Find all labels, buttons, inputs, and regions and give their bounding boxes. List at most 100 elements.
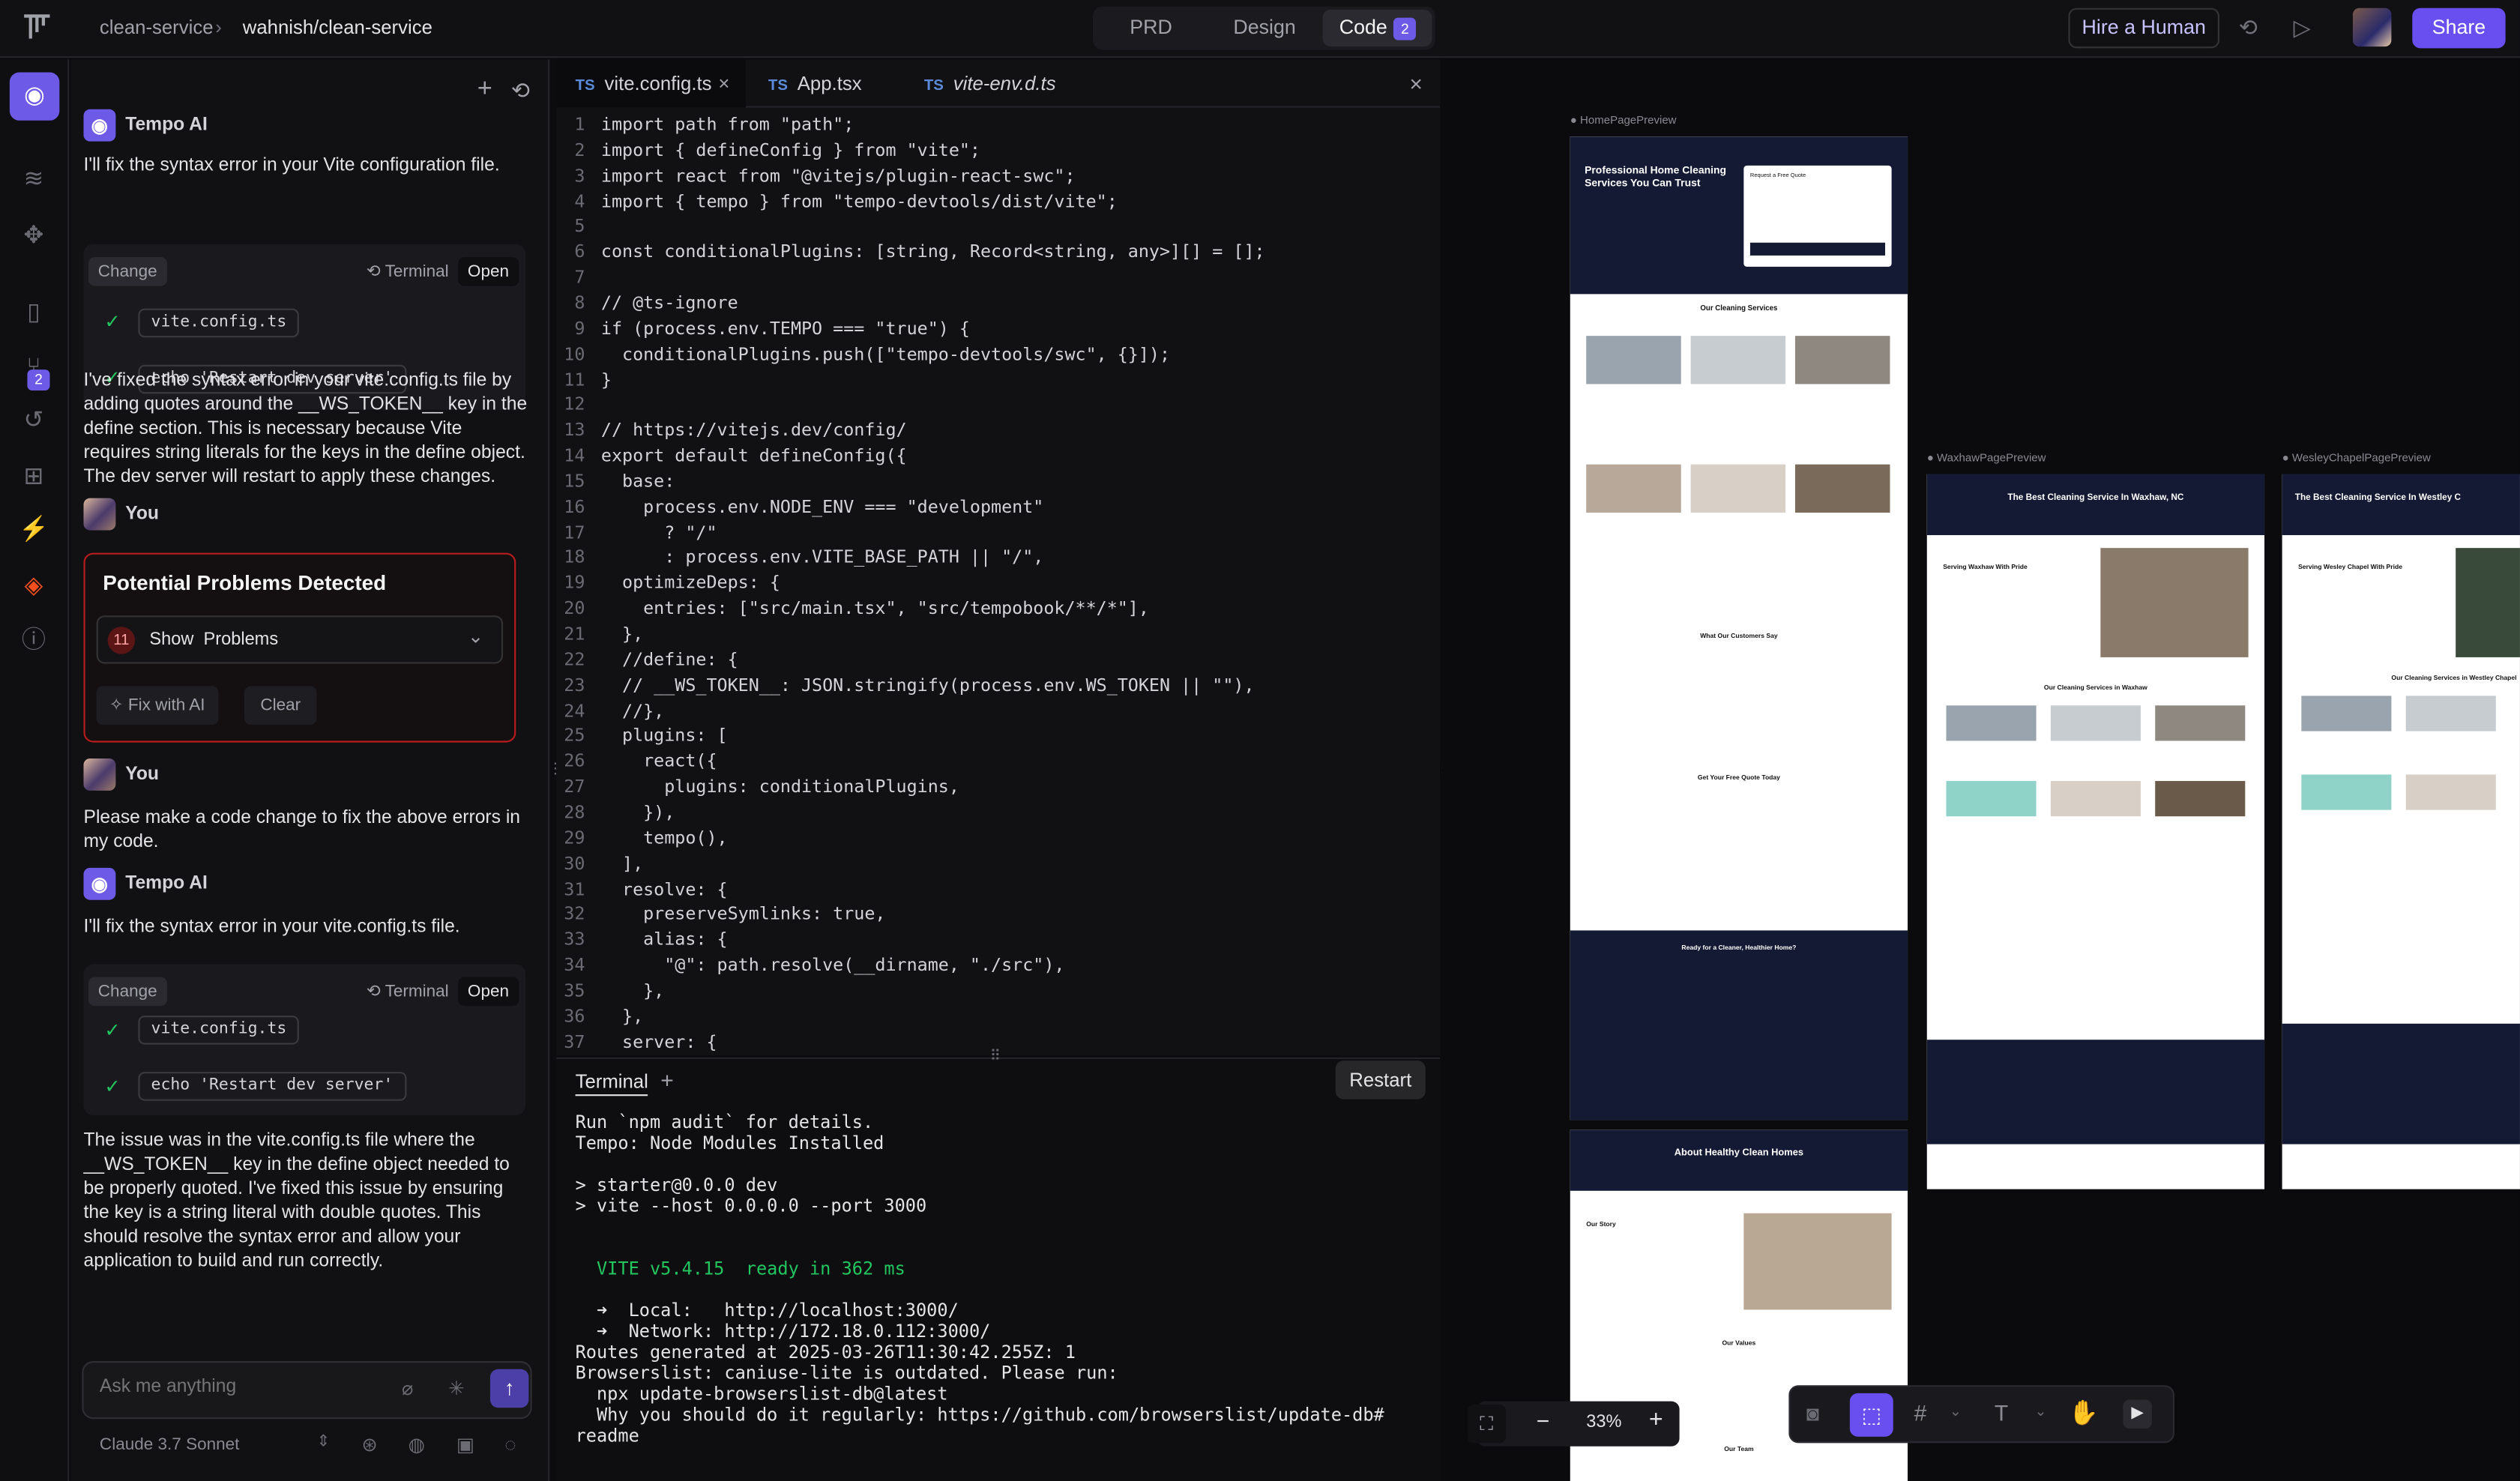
resize-handle-icon[interactable]: ⠿ <box>990 1048 1001 1066</box>
editor-tab-vite-env[interactable]: TS vite-env.d.ts <box>924 59 1056 107</box>
figma-icon[interactable]: ◈ <box>18 570 50 603</box>
terminal-toggle[interactable]: ⟲ Terminal <box>357 977 459 1007</box>
changed-file[interactable]: vite.config.ts <box>138 1016 300 1045</box>
code-line[interactable]: base: <box>601 471 675 492</box>
zoom-level[interactable]: 33% <box>1586 1413 1621 1432</box>
camera-icon[interactable]: ◙ <box>1806 1402 1819 1426</box>
wesley-page-frame[interactable]: The Best Cleaning Service In Westley C S… <box>2282 474 2520 1189</box>
close-editor-icon[interactable]: × <box>1409 70 1423 96</box>
play-icon[interactable]: ▷ <box>2294 14 2311 41</box>
code-line[interactable]: const conditionalPlugins: [string, Recor… <box>601 241 1265 262</box>
code-line[interactable]: }, <box>601 1006 643 1027</box>
code-line[interactable]: optimizeDeps: { <box>601 573 780 594</box>
breadcrumb-project[interactable]: clean-service <box>100 16 214 38</box>
code-line[interactable]: : process.env.VITE_BASE_PATH || "/", <box>601 547 1043 568</box>
chevron-down-icon[interactable]: ⌄ <box>2034 1403 2046 1421</box>
hire-human-button[interactable]: Hire a Human <box>2068 7 2220 49</box>
attach-icon[interactable]: ⌀ <box>402 1377 414 1399</box>
code-line[interactable]: import { tempo } from "tempo-devtools/di… <box>601 190 1118 211</box>
open-button[interactable]: Open <box>458 257 519 286</box>
restart-button[interactable]: Restart <box>1335 1061 1426 1100</box>
tempo-logo-icon[interactable] <box>19 11 55 46</box>
code-line[interactable]: process.env.NODE_ENV === "development" <box>601 496 1043 517</box>
code-line[interactable]: ], <box>601 853 643 874</box>
file-icon[interactable]: ▯ <box>18 298 50 330</box>
code-line[interactable]: if (process.env.TEMPO === "true") { <box>601 318 970 339</box>
model-chevron-icon[interactable]: ⇕ <box>316 1434 330 1452</box>
layers-icon[interactable]: ≋ <box>18 164 50 196</box>
code-line[interactable]: plugins: [ <box>601 726 728 746</box>
editor-tab-vite-config[interactable]: TS vite.config.ts × <box>555 59 746 108</box>
code-line[interactable]: plugins: conditionalPlugins, <box>601 776 959 797</box>
zoom-out-icon[interactable]: − <box>1537 1408 1550 1433</box>
code-line[interactable]: resolve: { <box>601 878 728 899</box>
frame-tool-icon[interactable]: # <box>1914 1400 1927 1426</box>
text-tool-icon[interactable]: T <box>1995 1400 2008 1426</box>
sparkle-icon[interactable]: ✳ <box>448 1377 465 1399</box>
code-line[interactable]: import react from "@vitejs/plugin-react-… <box>601 165 1076 186</box>
terminal-tab[interactable]: Terminal <box>575 1070 648 1097</box>
add-terminal-icon[interactable]: + <box>660 1067 674 1093</box>
chat-mode-icon[interactable]: ▣ <box>456 1434 474 1456</box>
home-page-frame[interactable]: Professional Home Cleaning Services You … <box>1570 136 1908 1120</box>
tab-code[interactable]: Code 2 <box>1323 9 1432 47</box>
design-canvas[interactable]: ● HomePagePreview Professional Home Clea… <box>1441 59 2520 1481</box>
components-icon[interactable]: ✥ <box>18 220 50 253</box>
code-line[interactable]: }), <box>601 802 675 823</box>
code-line[interactable]: alias: { <box>601 929 727 950</box>
code-line[interactable]: //}, <box>601 700 664 721</box>
open-button[interactable]: Open <box>458 977 519 1007</box>
new-chat-icon[interactable]: + <box>477 76 492 105</box>
code-line[interactable]: //define: { <box>601 649 738 670</box>
code-line[interactable]: export default defineConfig({ <box>601 445 907 466</box>
code-line[interactable]: }, <box>601 980 664 1001</box>
apps-icon[interactable]: ⊞ <box>18 461 50 493</box>
select-tool-icon[interactable]: ⬚ <box>1849 1393 1893 1437</box>
chat-icon[interactable]: ◉ <box>9 72 60 121</box>
tab-design[interactable]: Design <box>1206 10 1323 46</box>
code-line[interactable]: tempo(), <box>601 827 727 848</box>
lightbulb-icon[interactable]: ◌ <box>504 1434 516 1456</box>
changed-file[interactable]: vite.config.ts <box>138 308 300 338</box>
fit-screen-icon[interactable]: ⛶ <box>1467 1404 1507 1444</box>
brain-icon[interactable]: ⊛ <box>361 1434 378 1456</box>
breadcrumb-repo[interactable]: wahnish/clean-service <box>243 16 432 38</box>
code-line[interactable]: preserveSymlinks: true, <box>601 904 885 925</box>
code-line[interactable]: ? "/" <box>601 522 717 543</box>
supabase-icon[interactable]: ⚡ <box>18 514 50 546</box>
preview-play-icon[interactable]: ▶ <box>2123 1399 2152 1429</box>
code-line[interactable]: "@": path.resolve(__dirname, "./src"), <box>601 955 1064 976</box>
frame-label-waxhaw[interactable]: ● WaxhawPagePreview <box>1927 453 2046 465</box>
clear-button[interactable]: Clear <box>244 686 317 725</box>
code-line[interactable]: } <box>601 369 612 390</box>
code-line[interactable]: react({ <box>601 751 717 772</box>
hand-tool-icon[interactable]: ✋ <box>2068 1398 2098 1427</box>
chevron-down-icon[interactable]: ⌄ <box>1950 1403 1962 1421</box>
send-button[interactable]: ↑ <box>489 1369 529 1408</box>
waxhaw-page-frame[interactable]: The Best Cleaning Service In Waxhaw, NC … <box>1926 474 2265 1189</box>
chat-history-icon[interactable]: ⟲ <box>511 77 530 104</box>
code-line[interactable]: conditionalPlugins.push(["tempo-devtools… <box>601 343 1170 364</box>
code-line[interactable]: import path from "path"; <box>601 114 854 135</box>
code-line[interactable]: server: { <box>601 1031 717 1052</box>
show-problems-dropdown[interactable]: 11 Show Problems ⌄ <box>96 615 504 664</box>
resize-handle-icon[interactable]: ⋮ <box>548 760 562 778</box>
history-icon[interactable]: ⟲ <box>2239 14 2258 41</box>
globe-icon[interactable]: ◍ <box>409 1434 425 1456</box>
tab-prd[interactable]: PRD <box>1096 10 1206 46</box>
code-line[interactable]: import { defineConfig } from "vite"; <box>601 139 980 160</box>
code-line[interactable]: // https://vitejs.dev/config/ <box>601 420 907 441</box>
share-button[interactable]: Share <box>2412 7 2506 49</box>
close-icon[interactable]: × <box>718 59 729 107</box>
code-line[interactable]: entries: ["src/main.tsx", "src/tempobook… <box>601 598 1149 619</box>
zoom-in-icon[interactable]: + <box>1649 1406 1663 1433</box>
code-line[interactable]: // __WS_TOKEN__: JSON.stringify(process.… <box>601 675 1255 696</box>
info-icon[interactable]: ⓘ <box>18 625 50 657</box>
model-selector[interactable]: Claude 3.7 Sonnet <box>100 1435 240 1455</box>
code-line[interactable]: // @ts-ignore <box>601 292 738 313</box>
code-line[interactable]: }, <box>601 624 643 645</box>
command-chip[interactable]: echo 'Restart dev server' <box>138 1072 406 1101</box>
user-avatar[interactable] <box>2352 7 2392 47</box>
editor-tab-app[interactable]: TS App.tsx <box>768 59 862 107</box>
frame-label-home[interactable]: ● HomePagePreview <box>1570 115 1677 127</box>
